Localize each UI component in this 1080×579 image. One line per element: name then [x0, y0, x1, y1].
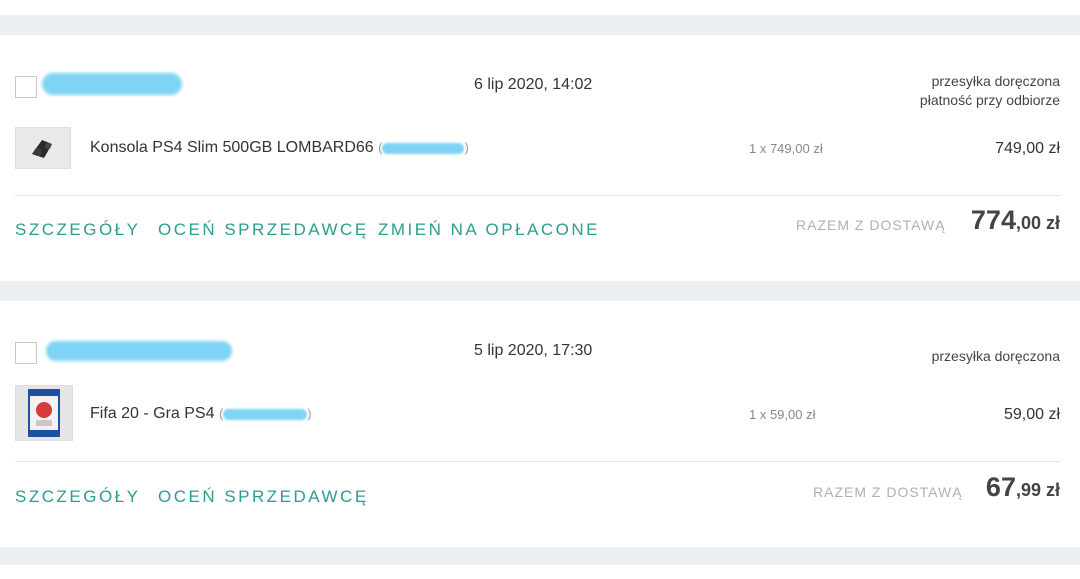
payment-status: płatność przy odbiorze — [919, 92, 1060, 108]
seller-name-redacted[interactable] — [42, 73, 182, 95]
ps4-console-icon — [16, 128, 70, 168]
order-total: 67,99 zł — [986, 472, 1060, 503]
total-label: RAZEM Z DOSTAWĄ — [813, 484, 963, 500]
order-select-checkbox[interactable] — [15, 76, 37, 98]
product-thumbnail[interactable] — [15, 385, 73, 441]
product-title-text: Fifa 20 - Gra PS4 — [90, 405, 215, 422]
total-decimal: ,00 zł — [1015, 213, 1060, 233]
seller-name-redacted[interactable] — [46, 341, 232, 361]
product-title[interactable]: Fifa 20 - Gra PS4 () — [90, 405, 312, 423]
rate-seller-link[interactable]: OCEŃ SPRZEDAWCĘ — [158, 487, 369, 507]
total-label: RAZEM Z DOSTAWĄ — [796, 217, 946, 233]
details-link[interactable]: SZCZEGÓŁY — [15, 220, 140, 240]
offer-id: () — [218, 406, 312, 421]
total-integer: 67 — [985, 472, 1016, 502]
mark-as-paid-link[interactable]: ZMIEŃ NA OPŁACONE — [378, 220, 600, 240]
order-select-checkbox[interactable] — [15, 342, 37, 364]
delivery-status: przesyłka doręczona — [931, 73, 1060, 89]
order-date: 5 lip 2020, 17:30 — [474, 342, 593, 359]
total-integer: 774 — [970, 205, 1016, 235]
details-link[interactable]: SZCZEGÓŁY — [15, 487, 140, 507]
game-box-icon — [16, 386, 72, 440]
quantity-price: 1 x 749,00 zł — [749, 141, 823, 156]
divider — [15, 461, 1060, 462]
product-title-text: Konsola PS4 Slim 500GB LOMBARD66 — [90, 139, 374, 156]
quantity-price: 1 x 59,00 zł — [749, 407, 816, 422]
divider — [15, 195, 1060, 196]
order-status: przesyłka doręczona płatność przy odbior… — [920, 72, 1060, 110]
offer-id: () — [378, 140, 469, 155]
product-thumbnail[interactable] — [15, 127, 71, 169]
order-status: przesyłka doręczona — [932, 347, 1060, 366]
item-price: 749,00 zł — [995, 140, 1060, 157]
rate-seller-link[interactable]: OCEŃ SPRZEDAWCĘ — [158, 220, 369, 240]
top-card-edge — [0, 0, 1080, 15]
order-card: 5 lip 2020, 17:30 przesyłka doręczona Fi… — [0, 301, 1080, 547]
product-title[interactable]: Konsola PS4 Slim 500GB LOMBARD66 () — [90, 139, 469, 157]
order-date: 6 lip 2020, 14:02 — [474, 76, 593, 93]
order-total: 774,00 zł — [971, 205, 1060, 236]
offer-id-redacted — [223, 409, 308, 421]
total-decimal: ,99 zł — [1015, 480, 1060, 500]
delivery-status: przesyłka doręczona — [931, 348, 1060, 364]
order-card: 6 lip 2020, 14:02 przesyłka doręczona pł… — [0, 35, 1080, 281]
next-card-edge — [0, 565, 1080, 579]
offer-id-redacted — [382, 143, 465, 155]
item-price: 59,00 zł — [1003, 406, 1060, 423]
